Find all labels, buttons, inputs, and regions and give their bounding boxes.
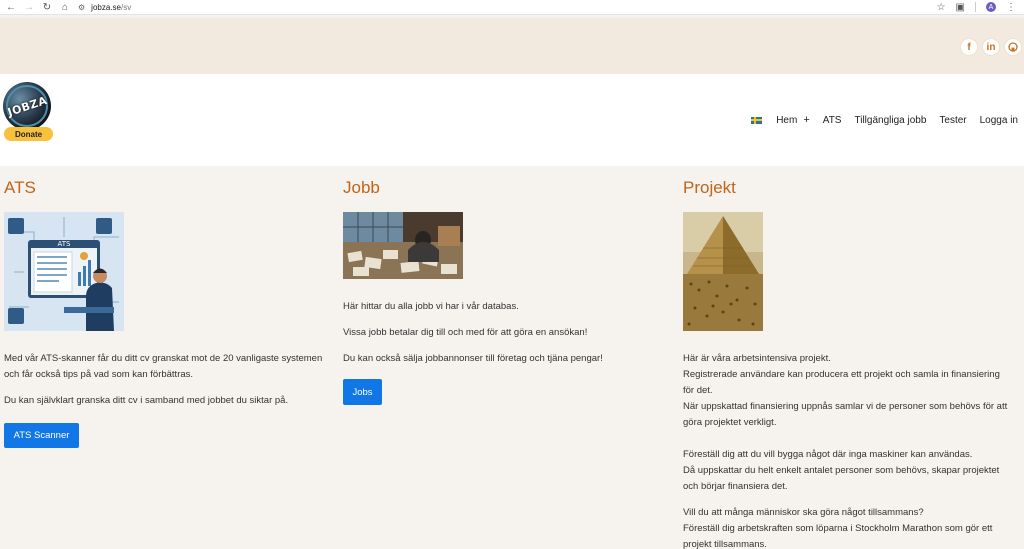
ats-description: Med vår ATS-skanner får du ditt cv grans… <box>4 353 323 380</box>
ats-heading: ATS <box>4 178 36 197</box>
forward-icon[interactable]: → <box>22 0 36 14</box>
projekt-imagine-line2: Då uppskattar du helt enkelt antalet per… <box>683 465 1000 492</box>
projekt-intro-line3: När uppskattad finansiering uppnås samla… <box>683 401 1008 428</box>
menu-item-jobs[interactable]: Tillgängliga jobb <box>854 115 926 126</box>
ats-screen-label: ATS <box>58 240 72 248</box>
jobb-section: Jobb Här hittar du alla jobb vi har i vå… <box>343 178 673 405</box>
linkedin-icon[interactable]: in <box>982 38 1000 56</box>
address-bar[interactable]: ⚙ jobza.se/sv <box>78 3 131 12</box>
ats-note: Du kan självklart granska ditt cv i samb… <box>4 395 289 406</box>
toolbar-divider <box>975 2 976 12</box>
back-icon[interactable]: ← <box>4 0 18 14</box>
projekt-intro: Här är våra arbetsintensiva projekt. Reg… <box>683 351 1013 431</box>
ats-illustration-graphic: ATS <box>4 212 124 331</box>
projekt-together-line1: Vill du att många människor ska göra någ… <box>683 507 924 518</box>
projekt-intro-line1: Här är våra arbetsintensiva projekt. <box>683 353 831 364</box>
url-text[interactable]: jobza.se/sv <box>91 3 131 12</box>
projekt-imagine-line1: Föreställ dig att du vill bygga något dä… <box>683 449 973 460</box>
donate-button[interactable]: Donate <box>4 127 53 141</box>
projekt-together-line2: Föreställ dig arbetskraften som löparna … <box>683 523 993 549</box>
facebook-icon[interactable]: f <box>960 38 978 56</box>
jobb-heading: Jobb <box>343 178 380 197</box>
jobb-paid-note: Vissa jobb betalar dig till och med för … <box>343 327 588 338</box>
projekt-imagine: Föreställ dig att du vill bygga något dä… <box>683 447 1013 495</box>
jobb-photo-graphic <box>343 212 463 279</box>
ats-scanner-button[interactable]: ATS Scanner <box>4 423 79 448</box>
menu-item-login[interactable]: Logga in <box>980 115 1018 126</box>
jobb-photo <box>343 212 463 279</box>
jobza-logo[interactable]: JOBZA <box>3 82 51 130</box>
top-social-band: f in <box>0 18 1024 74</box>
projekt-section: Projekt Här är våra arbetsintensiva proj… <box>683 178 1013 549</box>
jobs-button[interactable]: Jobs <box>343 379 382 405</box>
pyramid-photo-graphic <box>683 212 763 331</box>
browser-toolbar: ← → ↻ ⌂ ⚙ jobza.se/sv ☆ ▣ A ⋮ <box>0 0 1024 15</box>
browser-menu-icon[interactable]: ⋮ <box>1006 2 1016 13</box>
ats-section: ATS ATS Med vår ATS-skanner får du ditt … <box>4 178 334 448</box>
expand-plus-icon[interactable]: + <box>803 114 809 126</box>
menu-home-label: Hem <box>776 115 798 126</box>
extensions-icon[interactable]: ▣ <box>956 2 965 13</box>
bookmark-star-icon[interactable]: ☆ <box>937 2 946 13</box>
projekt-intro-line2: Registrerade användare kan producera ett… <box>683 369 1000 396</box>
site-header: JOBZA Donate Hem + ATS Tillgängliga jobb … <box>0 74 1024 166</box>
reload-icon[interactable]: ↻ <box>40 0 54 14</box>
menu-item-ats[interactable]: ATS <box>823 115 842 126</box>
github-icon[interactable] <box>1004 38 1022 56</box>
main-menu: Hem + ATS Tillgängliga jobb Tester Logga … <box>751 114 1018 126</box>
swedish-flag-icon[interactable] <box>751 116 763 124</box>
home-icon[interactable]: ⌂ <box>58 0 72 14</box>
jobb-intro: Här hittar du alla jobb vi har i vår dat… <box>343 301 519 312</box>
menu-item-home[interactable]: Hem + <box>776 114 810 126</box>
ats-illustration: ATS <box>4 212 124 331</box>
site-settings-icon[interactable]: ⚙ <box>78 3 85 12</box>
projekt-together: Vill du att många människor ska göra någ… <box>683 505 1013 549</box>
jobb-sell-note: Du kan också sälja jobbannonser till för… <box>343 353 603 364</box>
menu-item-tests[interactable]: Tester <box>939 115 966 126</box>
github-glyph <box>1008 42 1018 52</box>
profile-avatar[interactable]: A <box>986 2 996 12</box>
projekt-heading: Projekt <box>683 178 736 197</box>
social-links: f in <box>960 38 1022 56</box>
pyramid-photo <box>683 212 763 331</box>
